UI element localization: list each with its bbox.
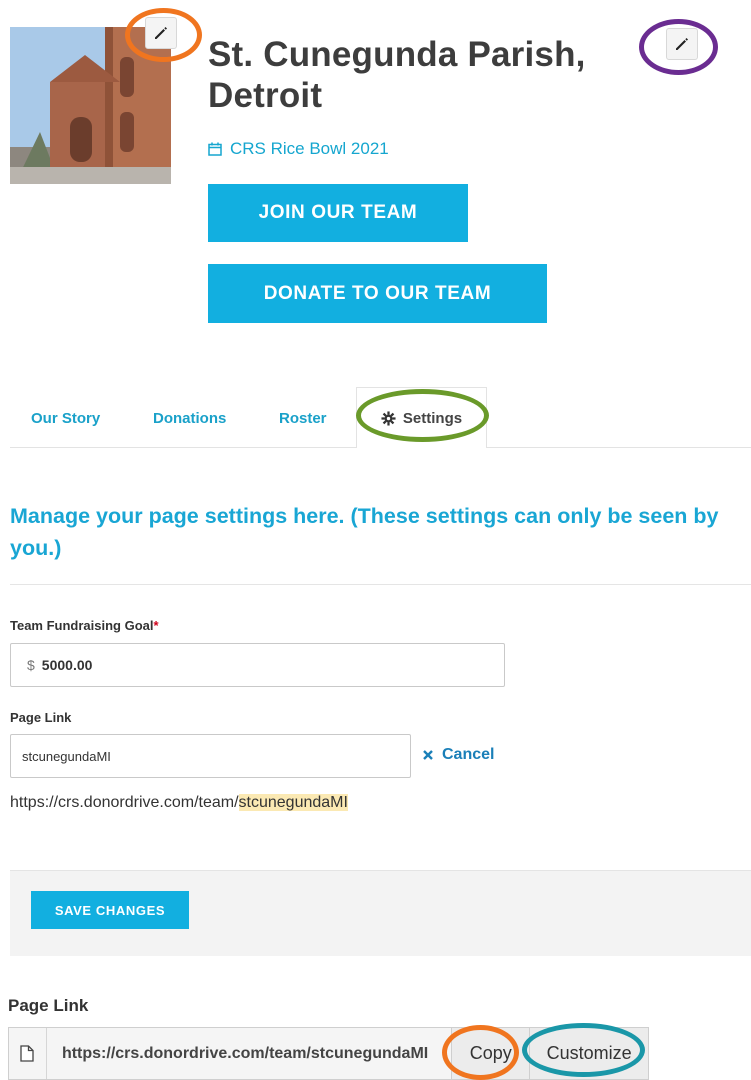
currency-symbol: $ xyxy=(27,657,35,673)
page-link-url[interactable]: https://crs.donordrive.com/team/stcunegu… xyxy=(47,1028,451,1079)
document-icon-wrap xyxy=(9,1028,47,1079)
donate-team-button[interactable]: DONATE TO OUR TEAM xyxy=(208,264,547,323)
calendar-icon xyxy=(208,142,222,156)
tab-donations[interactable]: Donations xyxy=(153,396,226,440)
tab-roster[interactable]: Roster xyxy=(279,396,327,440)
team-photo xyxy=(10,27,171,184)
page-link-value: stcunegundaMI xyxy=(22,748,111,764)
event-link[interactable]: CRS Rice Bowl 2021 xyxy=(208,139,389,159)
edit-photo-button[interactable] xyxy=(145,17,177,49)
page-link-input[interactable]: stcunegundaMI xyxy=(10,734,411,778)
event-name: CRS Rice Bowl 2021 xyxy=(230,139,389,158)
page-link-heading: Page Link xyxy=(8,996,89,1015)
customize-button[interactable]: Customize xyxy=(529,1028,648,1079)
goal-input[interactable]: $ 5000.00 xyxy=(10,643,505,687)
section-divider xyxy=(10,584,751,585)
church-image xyxy=(10,27,171,184)
tab-settings[interactable]: Settings xyxy=(356,387,487,448)
page-link-bar: https://crs.donordrive.com/team/stcunegu… xyxy=(8,1027,649,1080)
tab-our-story[interactable]: Our Story xyxy=(31,396,100,440)
goal-label: Team Fundraising Goal* xyxy=(10,618,159,633)
copy-button[interactable]: Copy xyxy=(451,1028,530,1079)
tab-settings-label: Settings xyxy=(402,409,463,427)
pencil-icon xyxy=(155,27,167,39)
join-team-button[interactable]: JOIN OUR TEAM xyxy=(208,184,468,242)
url-prefix: https://crs.donordrive.com/team/ xyxy=(10,794,239,811)
goal-value: 5000.00 xyxy=(41,657,93,673)
edit-title-button[interactable] xyxy=(666,28,698,60)
close-icon xyxy=(423,750,433,760)
document-icon xyxy=(20,1045,35,1062)
cancel-link[interactable]: Cancel xyxy=(422,746,494,764)
save-changes-button[interactable]: SAVE CHANGES xyxy=(31,891,189,929)
settings-heading: Manage your page settings here. (These s… xyxy=(10,504,719,560)
page-link-label: Page Link xyxy=(10,710,72,725)
required-mark: * xyxy=(153,618,159,633)
url-slug: stcunegundaMI xyxy=(238,794,348,811)
pencil-icon xyxy=(676,38,688,50)
team-title: St. Cunegunda Parish, Detroit xyxy=(208,35,586,115)
gear-icon xyxy=(381,410,396,426)
page-url-preview: https://crs.donordrive.com/team/stcunegu… xyxy=(10,794,348,812)
